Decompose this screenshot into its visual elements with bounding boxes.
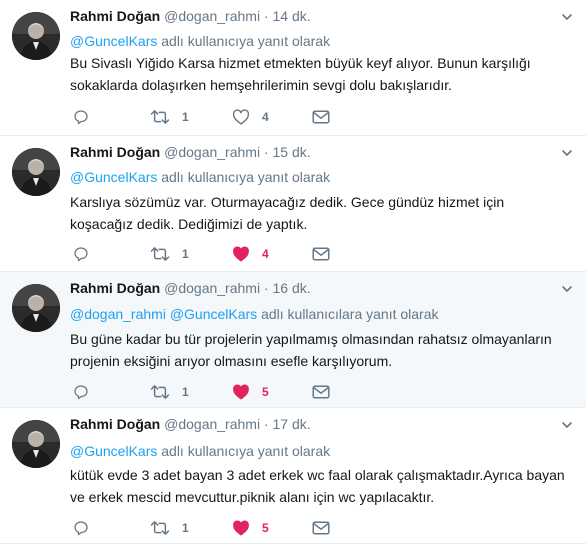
avatar[interactable] (12, 284, 60, 332)
like-button[interactable]: 4 (232, 107, 269, 127)
reply-context: @GuncelKars adlı kullanıcıya yanıt olara… (70, 33, 330, 49)
tweet[interactable]: Rahmi Doğan @dogan_rahmi · 15 dk. @Gunce… (0, 136, 586, 272)
retweet-button[interactable]: 1 (150, 107, 189, 127)
like-button[interactable]: 4 (232, 244, 269, 264)
message-icon (312, 521, 330, 535)
like-icon (232, 520, 250, 536)
avatar[interactable] (12, 420, 60, 468)
separator-dot: · (263, 144, 269, 160)
reply-context-label: adlı kullanıcıya yanıt olarak (157, 33, 331, 49)
tweet[interactable]: Rahmi Doğan @dogan_rahmi · 17 dk. @Gunce… (0, 408, 586, 544)
reply-icon (73, 109, 89, 125)
avatar[interactable] (12, 148, 60, 196)
tweet-timestamp[interactable]: 16 dk. (273, 280, 311, 296)
reply-icon (73, 384, 89, 400)
separator-dot: · (263, 416, 269, 432)
caret-down-icon[interactable] (561, 418, 573, 430)
reply-button[interactable] (73, 107, 89, 127)
reply-context: @dogan_rahmi @GuncelKars adlı kullanıcıl… (70, 306, 439, 322)
author-name[interactable]: Rahmi Doğan (70, 8, 160, 24)
reply-context-label: adlı kullanıcılara yanıt olarak (257, 306, 439, 322)
reply-mention-link[interactable]: @GuncelKars (70, 169, 157, 185)
retweet-icon (150, 246, 170, 262)
author-handle[interactable]: @dogan_rahmi (164, 8, 260, 24)
reply-mention-link[interactable]: @GuncelKars (170, 306, 257, 322)
reply-mention-link[interactable]: @GuncelKars (70, 33, 157, 49)
tweet-timestamp[interactable]: 15 dk. (273, 144, 311, 160)
tweet-text: Karslıya sözümüz var. Oturmayacağız dedi… (70, 194, 505, 232)
retweet-icon (150, 109, 170, 125)
tweet-timestamp[interactable]: 17 dk. (273, 416, 311, 432)
tweet-text: Bu güne kadar bu tür projelerin yapılmam… (70, 331, 552, 369)
like-count: 4 (262, 247, 269, 261)
author-handle[interactable]: @dogan_rahmi (164, 280, 260, 296)
avatar[interactable] (12, 12, 60, 60)
direct-message-button[interactable] (312, 518, 330, 538)
author-handle[interactable]: @dogan_rahmi (164, 144, 260, 160)
like-count: 5 (262, 385, 269, 399)
reply-context: @GuncelKars adlı kullanıcıya yanıt olara… (70, 443, 330, 459)
caret-down-icon[interactable] (561, 10, 573, 22)
like-button[interactable]: 5 (232, 382, 269, 402)
message-icon (312, 110, 330, 124)
retweet-button[interactable]: 1 (150, 382, 189, 402)
retweet-button[interactable]: 1 (150, 518, 189, 538)
retweet-count: 1 (182, 385, 189, 399)
author-handle[interactable]: @dogan_rahmi (164, 416, 260, 432)
tweet[interactable]: Rahmi Doğan @dogan_rahmi · 14 dk. @Gunce… (0, 0, 586, 136)
reply-context-label: adlı kullanıcıya yanıt olarak (157, 169, 331, 185)
retweet-icon (150, 384, 170, 400)
reply-button[interactable] (73, 518, 89, 538)
retweet-button[interactable]: 1 (150, 244, 189, 264)
like-icon (232, 384, 250, 400)
tweet-header: Rahmi Doğan @dogan_rahmi · 17 dk. (70, 416, 311, 432)
message-icon (312, 385, 330, 399)
author-name[interactable]: Rahmi Doğan (70, 280, 160, 296)
author-name[interactable]: Rahmi Doğan (70, 144, 160, 160)
author-name[interactable]: Rahmi Doğan (70, 416, 160, 432)
tweet-timestamp[interactable]: 14 dk. (273, 8, 311, 24)
direct-message-button[interactable] (312, 382, 330, 402)
tweet-header: Rahmi Doğan @dogan_rahmi · 16 dk. (70, 280, 311, 296)
message-icon (312, 247, 330, 261)
tweet[interactable]: Rahmi Doğan @dogan_rahmi · 16 dk. @dogan… (0, 272, 586, 408)
like-icon (232, 109, 250, 125)
reply-context-label: adlı kullanıcıya yanıt olarak (157, 443, 331, 459)
like-count: 4 (262, 110, 269, 124)
retweet-icon (150, 520, 170, 536)
separator-dot: · (263, 8, 269, 24)
reply-mention-link[interactable]: @dogan_rahmi (70, 306, 166, 322)
separator-dot: · (263, 280, 269, 296)
reply-icon (73, 520, 89, 536)
reply-icon (73, 246, 89, 262)
tweet-header: Rahmi Doğan @dogan_rahmi · 15 dk. (70, 144, 311, 160)
caret-down-icon[interactable] (561, 282, 573, 294)
caret-down-icon[interactable] (561, 146, 573, 158)
direct-message-button[interactable] (312, 107, 330, 127)
tweet-text: kütük evde 3 adet bayan 3 adet erkek wc … (70, 467, 565, 505)
retweet-count: 1 (182, 247, 189, 261)
tweet-text: Bu Sivaslı Yiğido Karsa hizmet etmekten … (70, 55, 531, 93)
retweet-count: 1 (182, 110, 189, 124)
like-count: 5 (262, 521, 269, 535)
direct-message-button[interactable] (312, 244, 330, 264)
reply-button[interactable] (73, 244, 89, 264)
like-button[interactable]: 5 (232, 518, 269, 538)
reply-button[interactable] (73, 382, 89, 402)
retweet-count: 1 (182, 521, 189, 535)
like-icon (232, 246, 250, 262)
reply-mention-link[interactable]: @GuncelKars (70, 443, 157, 459)
reply-context: @GuncelKars adlı kullanıcıya yanıt olara… (70, 169, 330, 185)
tweet-header: Rahmi Doğan @dogan_rahmi · 14 dk. (70, 8, 311, 24)
